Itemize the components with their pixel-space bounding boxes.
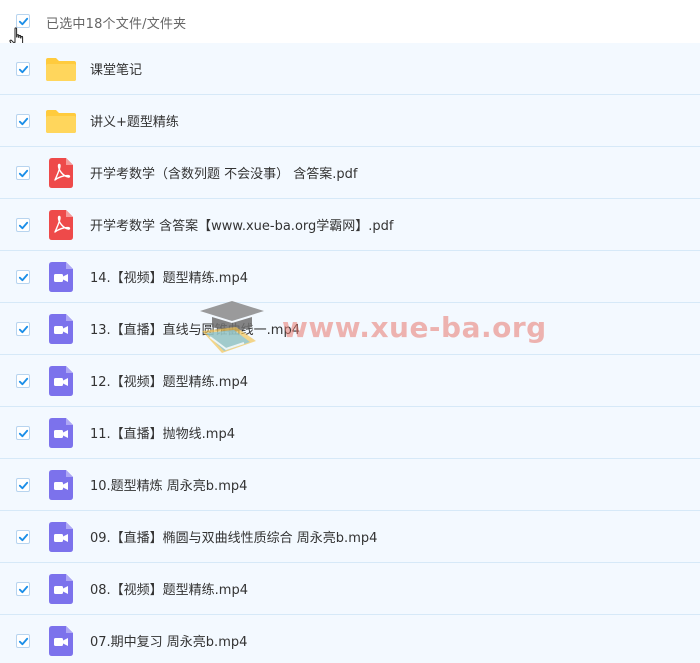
check-icon [18,533,28,541]
video-icon [45,262,77,292]
file-row[interactable]: 开学考数学（含数列题 不会没事） 含答案.pdf [0,147,700,199]
folder-icon [45,54,77,84]
file-checkbox-wrap[interactable] [16,62,30,76]
check-icon [18,585,28,593]
file-checkbox[interactable] [16,270,30,284]
check-icon [18,429,28,437]
file-name[interactable]: 10.题型精炼 周永亮b.mp4 [90,475,247,494]
video-icon [45,470,77,500]
check-icon [18,325,28,333]
selection-header: 已选中18个文件/文件夹 [0,0,700,43]
file-name[interactable]: 07.期中复习 周永亮b.mp4 [90,631,247,650]
file-row[interactable]: 13.【直播】直线与圆锥曲线一.mp4 [0,303,700,355]
file-row[interactable]: 12.【视频】题型精练.mp4 [0,355,700,407]
file-checkbox-wrap[interactable] [16,322,30,336]
check-icon [18,169,28,177]
check-icon [18,17,28,25]
select-all-checkbox[interactable] [16,14,30,28]
file-checkbox[interactable] [16,218,30,232]
file-checkbox[interactable] [16,530,30,544]
check-icon [18,481,28,489]
file-checkbox-wrap[interactable] [16,582,30,596]
file-row[interactable]: 11.【直播】抛物线.mp4 [0,407,700,459]
file-checkbox-wrap[interactable] [16,634,30,648]
file-name[interactable]: 09.【直播】椭圆与双曲线性质综合 周永亮b.mp4 [90,527,377,546]
file-row[interactable]: 10.题型精炼 周永亮b.mp4 [0,459,700,511]
file-row[interactable]: 08.【视频】题型精练.mp4 [0,563,700,615]
file-list-panel: 已选中18个文件/文件夹 课堂笔记讲义+题型精练开学考数学（含数列题 不会没事）… [0,0,700,663]
file-checkbox-wrap[interactable] [16,270,30,284]
file-row[interactable]: 课堂笔记 [0,43,700,95]
file-checkbox[interactable] [16,114,30,128]
file-checkbox-wrap[interactable] [16,530,30,544]
file-row[interactable]: 开学考数学 含答案【www.xue-ba.org学霸网】.pdf [0,199,700,251]
file-name[interactable]: 讲义+题型精练 [90,111,179,130]
check-icon [18,637,28,645]
pdf-icon [45,210,77,240]
check-icon [18,65,28,73]
file-checkbox-wrap[interactable] [16,426,30,440]
file-checkbox[interactable] [16,374,30,388]
file-checkbox[interactable] [16,426,30,440]
file-checkbox[interactable] [16,582,30,596]
file-checkbox-wrap[interactable] [16,478,30,492]
select-all-checkbox-wrap[interactable] [16,14,30,28]
file-checkbox[interactable] [16,166,30,180]
video-icon [45,626,77,656]
check-icon [18,117,28,125]
video-icon [45,574,77,604]
file-name[interactable]: 11.【直播】抛物线.mp4 [90,423,235,442]
file-name[interactable]: 开学考数学（含数列题 不会没事） 含答案.pdf [90,163,357,182]
file-name[interactable]: 开学考数学 含答案【www.xue-ba.org学霸网】.pdf [90,215,393,234]
file-checkbox-wrap[interactable] [16,166,30,180]
file-row[interactable]: 09.【直播】椭圆与双曲线性质综合 周永亮b.mp4 [0,511,700,563]
file-row[interactable]: 讲义+题型精练 [0,95,700,147]
file-name[interactable]: 13.【直播】直线与圆锥曲线一.mp4 [90,319,300,338]
video-icon [45,314,77,344]
file-checkbox[interactable] [16,322,30,336]
file-checkbox[interactable] [16,634,30,648]
folder-icon [45,106,77,136]
pdf-icon [45,158,77,188]
file-row[interactable]: 07.期中复习 周永亮b.mp4 [0,615,700,663]
file-checkbox[interactable] [16,62,30,76]
file-name[interactable]: 12.【视频】题型精练.mp4 [90,371,248,390]
file-name[interactable]: 课堂笔记 [90,59,142,78]
file-checkbox[interactable] [16,478,30,492]
check-icon [18,273,28,281]
video-icon [45,418,77,448]
check-icon [18,377,28,385]
file-name[interactable]: 14.【视频】题型精练.mp4 [90,267,248,286]
video-icon [45,522,77,552]
file-list: 课堂笔记讲义+题型精练开学考数学（含数列题 不会没事） 含答案.pdf 开学考数学… [0,43,700,663]
file-checkbox-wrap[interactable] [16,374,30,388]
file-name[interactable]: 08.【视频】题型精练.mp4 [90,579,248,598]
video-icon [45,366,77,396]
file-checkbox-wrap[interactable] [16,218,30,232]
file-checkbox-wrap[interactable] [16,114,30,128]
selection-summary: 已选中18个文件/文件夹 [46,17,187,32]
check-icon [18,221,28,229]
file-row[interactable]: 14.【视频】题型精练.mp4 [0,251,700,303]
